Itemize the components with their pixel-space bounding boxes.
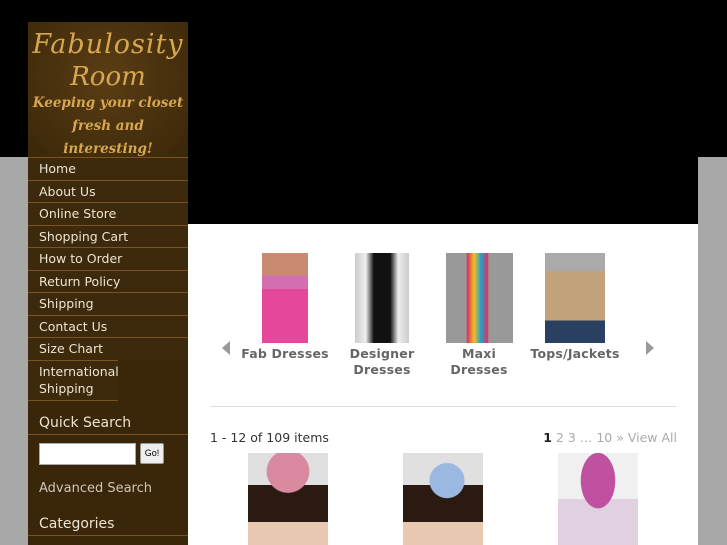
page-2[interactable]: 2: [556, 430, 564, 445]
divider: [210, 406, 676, 407]
logo-tagline: Keeping your closet: [32, 95, 184, 111]
category-tops-jackets[interactable]: Tops/Jackets: [530, 253, 620, 362]
category-image: [355, 253, 409, 343]
banner: [188, 157, 698, 224]
category-label: Designer Dresses: [349, 346, 415, 377]
logo-title: Fabulosity: [32, 29, 184, 60]
product-image-hair-flower-pink[interactable]: [248, 453, 328, 545]
search-go-button[interactable]: Go!: [140, 442, 164, 464]
nav-online-store[interactable]: Online Store: [28, 202, 188, 225]
carousel-next-arrow-icon[interactable]: [646, 341, 654, 355]
nav-return-policy[interactable]: Return Policy: [28, 269, 188, 292]
page-10[interactable]: 10: [596, 430, 612, 445]
carousel-prev-arrow-icon[interactable]: [222, 341, 230, 355]
category-designer-dresses[interactable]: Designer Dresses: [337, 253, 427, 378]
logo-title-2: Room: [70, 62, 146, 92]
view-all-link[interactable]: View All: [628, 430, 677, 445]
quick-search-heading: Quick Search: [28, 401, 188, 435]
pagination: 1 2 3 … 10 » View All: [543, 430, 677, 445]
nav-shipping[interactable]: Shipping: [28, 292, 188, 315]
page-next[interactable]: »: [616, 430, 624, 445]
nav-size-chart[interactable]: Size Chart: [28, 337, 188, 360]
product-image-headband-bow[interactable]: [558, 453, 638, 545]
advanced-search-link[interactable]: Advanced Search: [28, 473, 188, 504]
category-image: [445, 253, 513, 343]
category-image: [545, 253, 605, 343]
item-count: 1 - 12 of 109 items: [210, 430, 329, 445]
nav-contact-us[interactable]: Contact Us: [28, 314, 188, 337]
nav-how-to-order[interactable]: How to Order: [28, 247, 188, 270]
category-label: Maxi Dresses: [450, 346, 508, 377]
nav-about-us[interactable]: About Us: [28, 179, 188, 202]
nav-shopping-cart[interactable]: Shopping Cart: [28, 224, 188, 247]
page-ellipsis: …: [579, 430, 593, 445]
page-3[interactable]: 3: [568, 430, 576, 445]
category-label: Tops/Jackets: [530, 346, 620, 361]
main-content: Fab Dresses Designer Dresses Maxi Dresse…: [188, 224, 698, 545]
category-maxi-dresses[interactable]: Maxi Dresses: [433, 253, 525, 378]
category-fab-dresses[interactable]: Fab Dresses: [240, 253, 330, 362]
page-current: 1: [543, 430, 552, 445]
main-nav: Home About Us Online Store Shopping Cart…: [28, 157, 188, 401]
nav-international-shipping[interactable]: International Shipping: [28, 359, 119, 401]
category-label: Fab Dresses: [241, 346, 329, 361]
sidebar: Fabulosity Room Keeping your closet fres…: [28, 22, 188, 545]
logo-tagline-2: fresh and interesting!: [63, 118, 153, 157]
product-image-hair-flower-blue[interactable]: [403, 453, 483, 545]
category-image: [262, 253, 308, 343]
categories-heading: Categories: [28, 504, 188, 536]
site-logo[interactable]: Fabulosity Room Keeping your closet fres…: [28, 22, 188, 157]
category-carousel: Fab Dresses Designer Dresses Maxi Dresse…: [188, 253, 698, 383]
search-input[interactable]: [39, 442, 136, 465]
